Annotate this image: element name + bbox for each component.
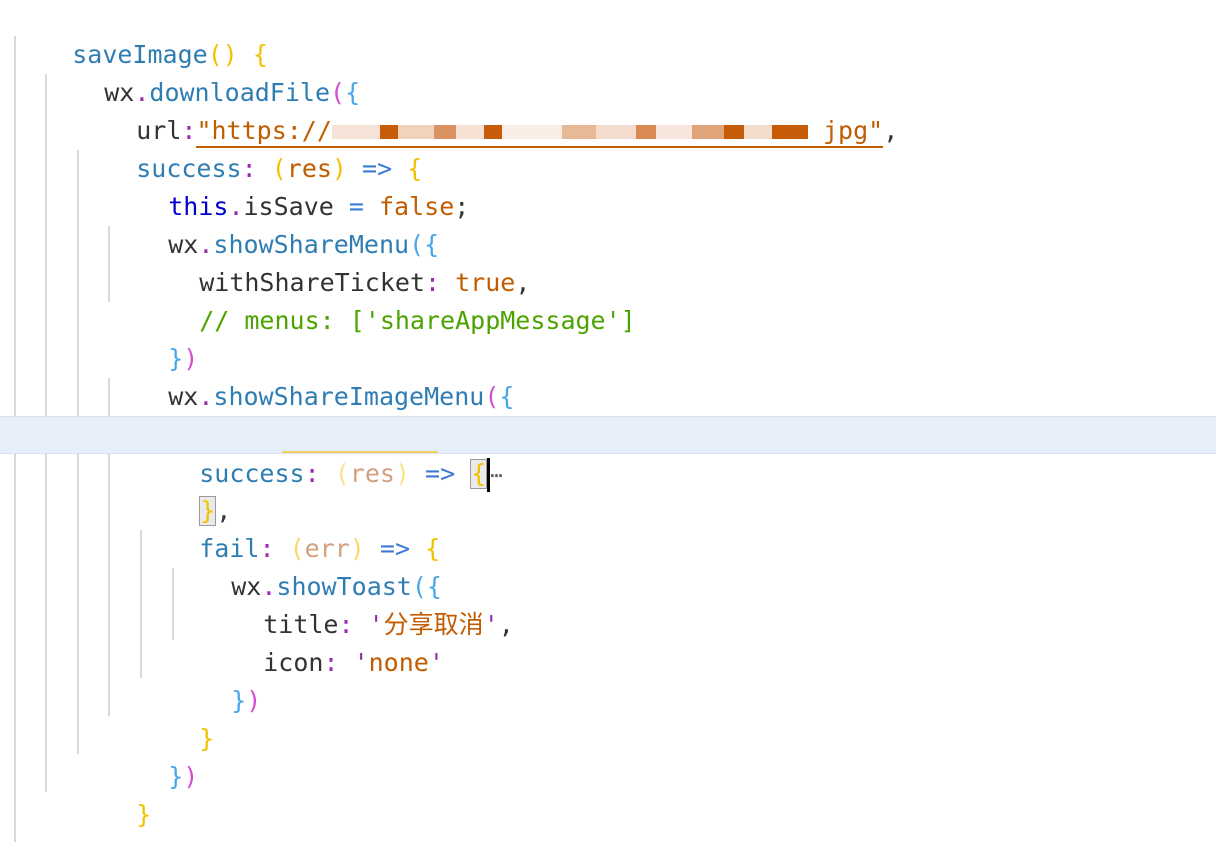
- code-line[interactable]: }: [139, 682, 1216, 753]
- fold-underline: [282, 451, 438, 453]
- code-line[interactable]: // menus: ['shareAppMessage']: [139, 264, 1216, 335]
- code-line[interactable]: saveImage() {: [12, 0, 1216, 69]
- code-line[interactable]: }: [76, 758, 1216, 829]
- code-line[interactable]: fail: (err) => {: [139, 492, 1216, 563]
- code-line[interactable]: }): [171, 644, 1216, 715]
- code-line[interactable]: path: res.tempFilePath,: [139, 378, 1216, 449]
- code-line[interactable]: wx.downloadFile({: [44, 36, 1216, 107]
- code-line[interactable]: wx.showShareMenu({: [108, 188, 1216, 259]
- code-line[interactable]: this.isSave = false;: [108, 150, 1216, 221]
- code-line[interactable]: }): [108, 302, 1216, 373]
- current-code-line[interactable]: success: (res) => {⋯: [0, 416, 1216, 492]
- code-line[interactable]: }): [44, 796, 1216, 842]
- code-line[interactable]: icon: 'none': [203, 606, 1216, 677]
- brace: }: [104, 838, 119, 842]
- code-line[interactable]: },: [139, 454, 1216, 526]
- paren: ): [119, 838, 134, 842]
- code-line[interactable]: success: (res) => {: [76, 112, 1216, 183]
- code-line[interactable]: url:"https:// jpg",: [76, 74, 1216, 148]
- code-line[interactable]: withShareTicket: true,: [139, 226, 1216, 297]
- code-line[interactable]: wx.showToast({: [171, 530, 1216, 601]
- code-line[interactable]: wx.showShareImageMenu({: [108, 340, 1216, 411]
- code-line[interactable]: }): [108, 720, 1216, 791]
- code-editor[interactable]: saveImage() { wx.downloadFile({ url:"htt…: [0, 0, 1216, 842]
- code-line[interactable]: title: '分享取消',: [203, 568, 1216, 639]
